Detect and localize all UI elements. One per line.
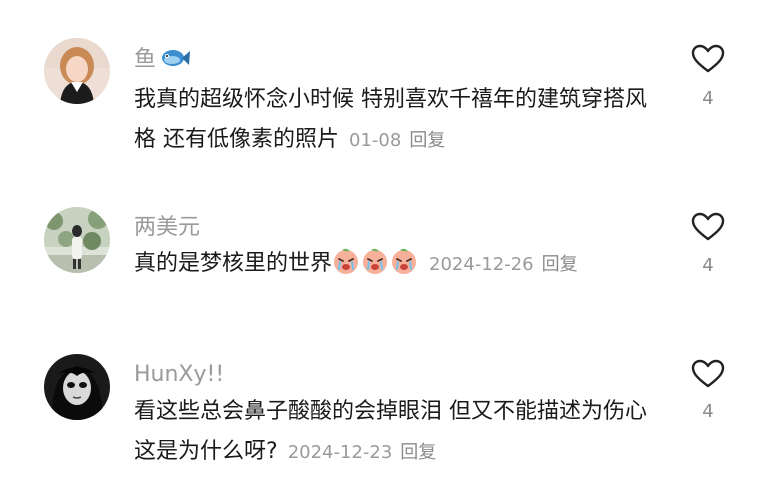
avatar-image (44, 354, 110, 420)
comment-item: HunXy!! 看这些总会鼻子酸酸的会掉眼泪 但又不能描述为伤心 这是为什么呀?… (0, 0, 759, 493)
reply-button[interactable]: 回复 (400, 442, 436, 463)
comment-text-block: 看这些总会鼻子酸酸的会掉眼泪 但又不能描述为伤心 这是为什么呀? 2024-12-… (134, 392, 664, 473)
like-count: 4 (702, 401, 714, 422)
username[interactable]: HunXy!! (134, 361, 224, 389)
comment-date: 2024-12-23 (287, 442, 393, 463)
heart-icon[interactable] (691, 359, 725, 389)
avatar[interactable] (44, 354, 110, 420)
